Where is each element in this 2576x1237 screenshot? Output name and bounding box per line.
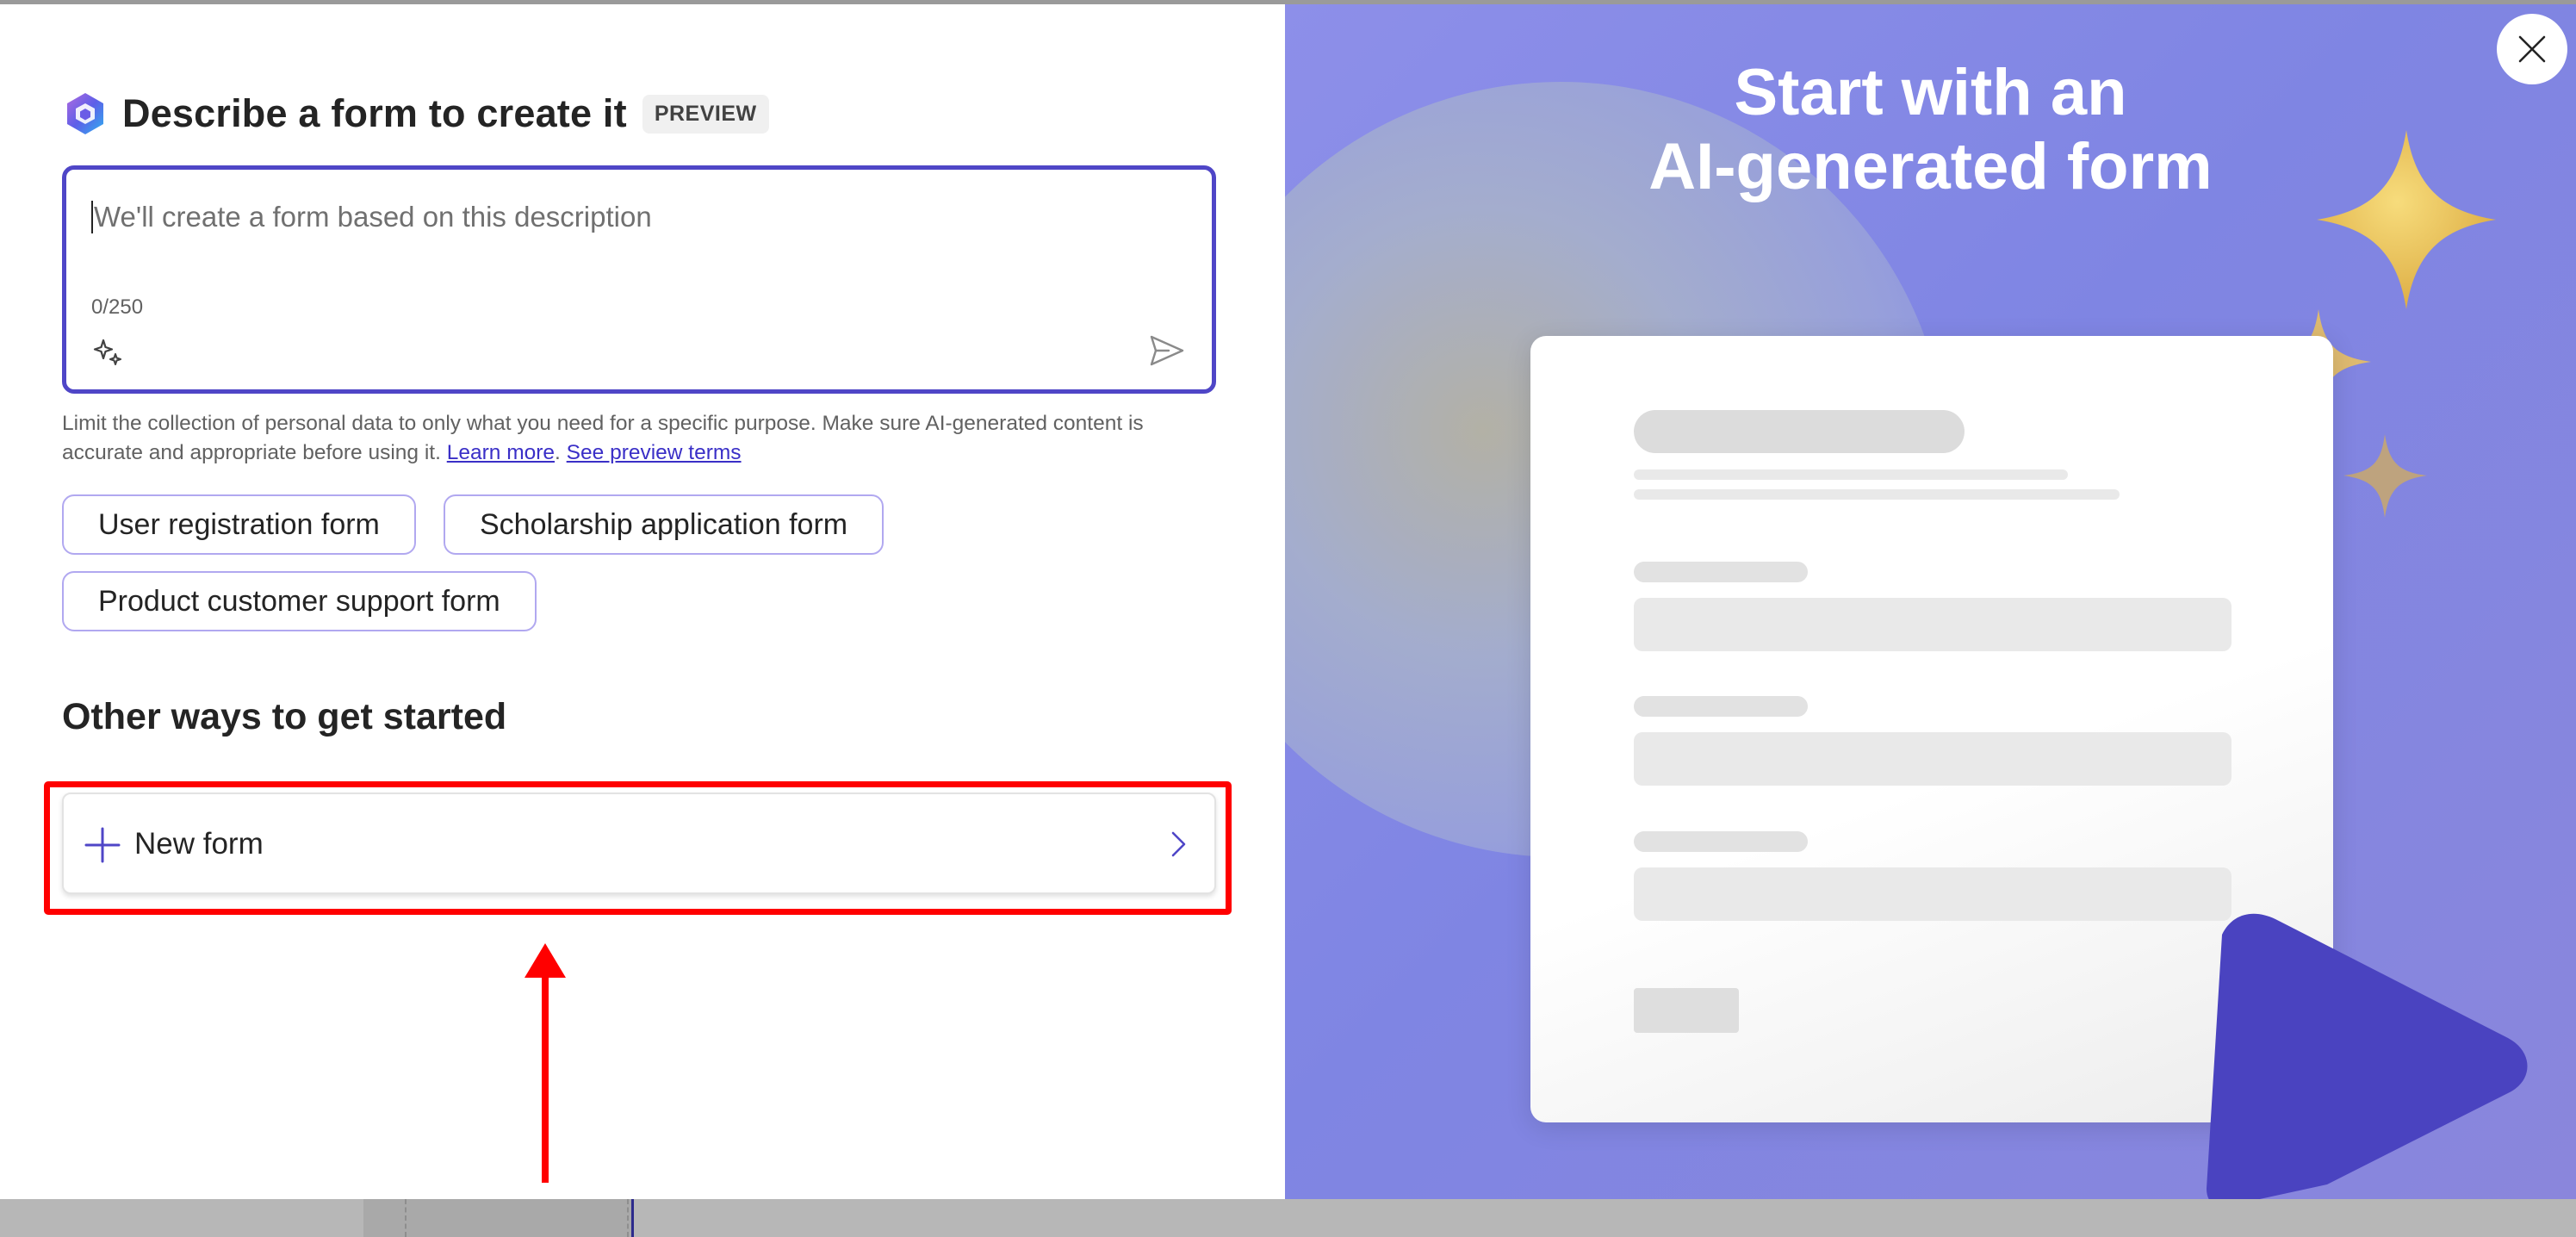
new-form-label: New form xyxy=(134,827,264,861)
close-button[interactable] xyxy=(2497,14,2567,84)
large-star-icon xyxy=(2317,130,2496,309)
other-ways-heading: Other ways to get started xyxy=(62,696,507,737)
suggestion-chip-customer-support[interactable]: Product customer support form xyxy=(62,571,537,631)
text-caret xyxy=(91,201,93,233)
create-form-dialog: Describe a form to create it PREVIEW We'… xyxy=(0,4,2576,1199)
suggestion-chip-user-registration[interactable]: User registration form xyxy=(62,494,416,555)
hero-line-1: Start with an xyxy=(1734,56,2127,129)
forms-logo-icon xyxy=(67,93,103,134)
learn-more-link[interactable]: Learn more xyxy=(447,441,555,464)
description-input[interactable]: We'll create a form based on this descri… xyxy=(62,165,1216,394)
dialog-left-pane: Describe a form to create it PREVIEW We'… xyxy=(0,4,1285,1199)
chevron-right-icon xyxy=(1171,831,1186,857)
plus-icon xyxy=(84,827,121,863)
send-icon[interactable] xyxy=(1148,332,1186,370)
disclaimer-separator: . xyxy=(555,441,561,464)
character-counter: 0/250 xyxy=(91,295,144,319)
annotation-arrow-icon xyxy=(525,943,566,1183)
preview-badge: PREVIEW xyxy=(642,94,769,134)
privacy-disclaimer: Limit the collection of personal data to… xyxy=(62,409,1216,468)
background-page xyxy=(0,1199,2576,1237)
close-icon xyxy=(2518,35,2546,63)
dialog-hero-pane: Start with an AI-generated form xyxy=(1285,4,2576,1199)
preview-terms-link[interactable]: See preview terms xyxy=(567,441,742,464)
cursor-pointer-illustration-icon xyxy=(2207,913,2528,1199)
sparkle-icon[interactable] xyxy=(90,335,125,370)
small-star-icon xyxy=(2343,434,2427,518)
description-placeholder: We'll create a form based on this descri… xyxy=(94,201,652,233)
dialog-title: Describe a form to create it xyxy=(122,91,627,135)
dialog-header: Describe a form to create it PREVIEW xyxy=(62,90,769,137)
suggestion-chip-scholarship[interactable]: Scholarship application form xyxy=(444,494,885,555)
new-form-button[interactable]: New form xyxy=(62,793,1216,894)
